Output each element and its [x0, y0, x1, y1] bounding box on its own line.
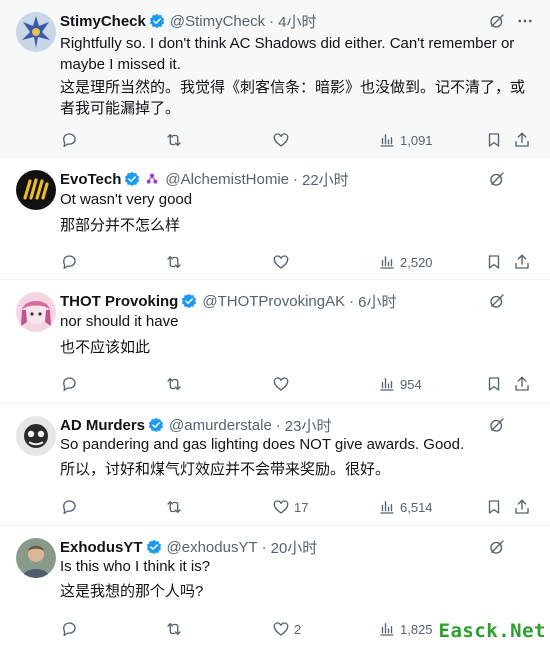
verified-badge-icon	[149, 13, 165, 29]
author-handle[interactable]: @exhodusYT	[167, 539, 258, 556]
grok-icon[interactable]	[488, 12, 506, 30]
share-button[interactable]	[513, 251, 531, 273]
separator-dot: ·	[293, 170, 298, 188]
grok-icon[interactable]	[488, 292, 506, 310]
separator-dot: ·	[349, 292, 355, 310]
tweet-translation: 所以，讨好和煤气灯效应并不会带来奖励。很好。	[60, 461, 391, 478]
timestamp[interactable]: 4小时	[278, 11, 316, 32]
repost-button[interactable]	[164, 129, 188, 151]
like-button[interactable]: 2	[272, 618, 301, 640]
views-button[interactable]: 1,825	[378, 618, 433, 640]
views-count: 6,514	[400, 499, 433, 515]
watermark: Easck.Net	[438, 620, 546, 642]
avatar[interactable]	[16, 538, 56, 578]
reply-button[interactable]	[60, 618, 82, 640]
author-name[interactable]: StimyCheck	[60, 13, 146, 30]
share-button[interactable]	[513, 129, 531, 151]
grok-icon[interactable]	[488, 416, 506, 434]
views-count: 1,091	[400, 132, 433, 148]
avatar[interactable]	[16, 416, 56, 456]
reply-button[interactable]	[60, 129, 82, 151]
grok-icon[interactable]	[488, 538, 506, 556]
timestamp[interactable]: 22小时	[302, 169, 349, 190]
like-count: 17	[294, 499, 309, 515]
share-button[interactable]	[513, 496, 531, 518]
author-name[interactable]: ExhodusYT	[60, 539, 143, 556]
tweet-text: Is this who I think it is?	[60, 558, 211, 575]
author-handle[interactable]: @StimyCheck	[170, 13, 265, 30]
share-button[interactable]	[513, 373, 531, 395]
bookmark-button[interactable]	[485, 496, 503, 518]
views-button[interactable]: 1,091	[378, 129, 433, 151]
like-button[interactable]: 17	[272, 496, 308, 518]
author-handle[interactable]: @AlchemistHomie	[165, 171, 289, 188]
more-icon[interactable]	[516, 12, 534, 30]
verified-badge-icon	[124, 171, 140, 187]
separator-dot: ·	[269, 12, 275, 30]
like-button[interactable]	[272, 129, 294, 151]
views-button[interactable]: 954	[378, 373, 422, 395]
grok-icon[interactable]	[488, 170, 506, 188]
timestamp[interactable]: 20小时	[271, 537, 318, 558]
repost-button[interactable]	[164, 496, 188, 518]
affiliate-badge-icon[interactable]	[144, 171, 160, 187]
author-name[interactable]: EvoTech	[60, 171, 121, 188]
separator-dot: ·	[261, 538, 267, 556]
views-count: 1,825	[400, 621, 433, 637]
separator-dot: ·	[275, 416, 281, 434]
bookmark-button[interactable]	[485, 373, 503, 395]
avatar[interactable]	[16, 170, 56, 210]
avatar[interactable]	[16, 12, 56, 52]
tweet-text: nor should it have	[60, 313, 179, 330]
repost-button[interactable]	[164, 251, 188, 273]
views-button[interactable]: 2,520	[378, 251, 433, 273]
timestamp[interactable]: 6小时	[358, 291, 396, 312]
repost-button[interactable]	[164, 373, 188, 395]
author-handle[interactable]: @amurderstale	[169, 417, 272, 434]
tweet-text: So pandering and gas lighting does NOT g…	[60, 436, 465, 453]
tweet-translation: 也不应该如此	[60, 339, 151, 356]
views-count: 2,520	[400, 254, 433, 270]
tweet[interactable]: EvoTech @AlchemistHomie · 22小时 Ot wasn't…	[0, 158, 550, 280]
bookmark-button[interactable]	[485, 251, 503, 273]
tweet[interactable]: AD Murders @amurderstale · 23小时 So pande…	[0, 404, 550, 526]
author-name[interactable]: THOT Provoking	[60, 293, 178, 310]
tweet[interactable]: THOT Provoking @THOTProvokingAK · 6小时 no…	[0, 280, 550, 404]
like-button[interactable]	[272, 251, 294, 273]
tweet-translation: 那部分并不怎么样	[60, 217, 181, 234]
verified-badge-icon	[148, 417, 164, 433]
verified-badge-icon	[181, 293, 197, 309]
tweet-text: Ot wasn't very good	[60, 191, 193, 208]
reply-button[interactable]	[60, 496, 82, 518]
reply-button[interactable]	[60, 373, 82, 395]
verified-badge-icon	[146, 539, 162, 555]
author-name[interactable]: AD Murders	[60, 417, 145, 434]
avatar[interactable]	[16, 292, 56, 332]
timestamp[interactable]: 23小时	[285, 415, 332, 436]
like-count: 2	[294, 621, 302, 637]
tweet[interactable]: StimyCheck @StimyCheck · 4小时 Rightfully …	[0, 0, 550, 158]
author-handle[interactable]: @THOTProvokingAK	[202, 293, 345, 310]
views-count: 954	[400, 376, 422, 392]
tweet-translation: 这是我想的那个人吗?	[60, 583, 204, 600]
repost-button[interactable]	[164, 618, 188, 640]
like-button[interactable]	[272, 373, 294, 395]
tweet-text: Rightfully so. I don't think AC Shadows …	[60, 35, 515, 73]
reply-button[interactable]	[60, 251, 82, 273]
bookmark-button[interactable]	[485, 129, 503, 151]
views-button[interactable]: 6,514	[378, 496, 433, 518]
tweet-translation: 这是理所当然的。我觉得《刺客信条：暗影》也没做到。记不清了，或者我可能漏掉了。	[60, 79, 526, 117]
